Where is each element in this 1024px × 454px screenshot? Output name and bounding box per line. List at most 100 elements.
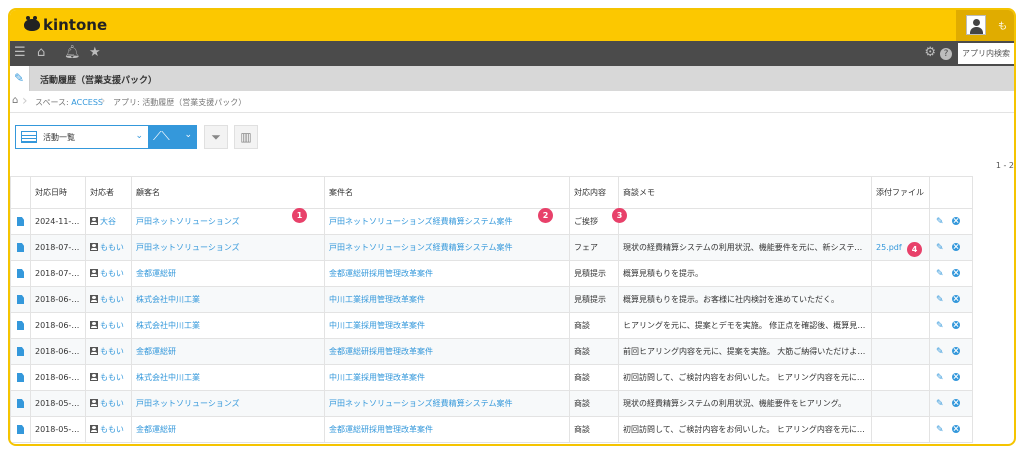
delete-icon[interactable] bbox=[951, 268, 960, 277]
row-user-link[interactable]: ももい bbox=[100, 295, 124, 304]
row-detail-cell[interactable] bbox=[10, 312, 31, 339]
row-user-link[interactable]: ももい bbox=[100, 321, 124, 330]
edit-pencil-icon[interactable]: ✎ bbox=[936, 295, 944, 305]
star-icon[interactable]: ★ bbox=[89, 46, 101, 60]
row-detail-cell[interactable] bbox=[10, 234, 31, 261]
breadcrumb-home-icon[interactable]: ⌂ bbox=[12, 95, 18, 106]
document-icon[interactable] bbox=[17, 425, 24, 434]
app-search-input[interactable]: アプリ内検索 bbox=[958, 43, 1014, 64]
annotation-badge-1: 1 bbox=[292, 208, 307, 223]
filter-button[interactable]: ⏷ bbox=[204, 125, 228, 149]
header-type[interactable]: 対応内容 bbox=[569, 176, 619, 209]
row-customer-link[interactable]: 戸田ネットソリューションズ bbox=[136, 399, 240, 408]
document-icon[interactable] bbox=[17, 321, 24, 330]
row-project-link[interactable]: 金都運総研採用管理改革案件 bbox=[329, 425, 433, 434]
header-user[interactable]: 対応者 bbox=[85, 176, 132, 209]
row-detail-cell[interactable] bbox=[10, 260, 31, 287]
header-project[interactable]: 案件名 bbox=[324, 176, 570, 209]
row-project-link[interactable]: 中川工業採用管理改革案件 bbox=[329, 373, 425, 382]
edit-pencil-icon[interactable]: ✎ bbox=[936, 321, 944, 331]
row-user-link[interactable]: ももい bbox=[100, 373, 124, 382]
bell-icon[interactable]: 🔔︎ bbox=[64, 46, 81, 60]
graph-select-button[interactable]: ⟋⟍ ⌄ bbox=[149, 125, 197, 149]
edit-pencil-icon[interactable]: ✎ bbox=[936, 243, 944, 253]
row-project-link[interactable]: 戸田ネットソリューションズ経費精算システム案件 bbox=[329, 399, 512, 408]
header-customer[interactable]: 顧客名 bbox=[131, 176, 325, 209]
row-detail-cell[interactable] bbox=[10, 416, 31, 443]
breadcrumb-space[interactable]: スペース: ACCESS bbox=[35, 97, 103, 108]
table-row[interactable]: 2018-06-15 ももい 株式会社中川工業 中川工業採用管理改革案件 商談 ヒアリング… bbox=[10, 312, 973, 339]
breadcrumb-space-link[interactable]: ACCESS bbox=[71, 98, 103, 107]
delete-icon[interactable] bbox=[951, 294, 960, 303]
row-detail-cell[interactable] bbox=[10, 390, 31, 417]
header-file[interactable]: 添付ファイル bbox=[871, 176, 930, 209]
chart-button[interactable]: ▥ bbox=[234, 125, 258, 149]
table-row[interactable]: 2024-11-07 大谷 戸田ネットソリューションズ 戸田ネットソリューションズ経費… bbox=[10, 208, 973, 235]
row-user-link[interactable]: 大谷 bbox=[100, 217, 116, 226]
row-user: ももい bbox=[85, 234, 132, 261]
row-file-link[interactable]: 25.pdf bbox=[876, 243, 902, 252]
delete-icon[interactable] bbox=[951, 424, 960, 433]
delete-icon[interactable] bbox=[951, 216, 960, 225]
header-memo[interactable]: 商談メモ bbox=[618, 176, 872, 209]
table-row[interactable]: 2018-05-30 ももい 金都運総研 金都運総研採用管理改革案件 商談 初回訪問して、… bbox=[10, 416, 973, 443]
delete-icon[interactable] bbox=[951, 320, 960, 329]
edit-pencil-icon[interactable]: ✎ bbox=[936, 425, 944, 435]
row-customer-link[interactable]: 金都運総研 bbox=[136, 347, 176, 356]
row-project-link[interactable]: 戸田ネットソリューションズ経費精算システム案件 bbox=[329, 243, 512, 252]
row-detail-cell[interactable] bbox=[10, 286, 31, 313]
row-detail-cell[interactable] bbox=[10, 338, 31, 365]
row-detail-cell[interactable] bbox=[10, 208, 31, 235]
header-date[interactable]: 対応日時 bbox=[30, 176, 86, 209]
home-icon[interactable]: ⌂ bbox=[37, 46, 45, 60]
edit-pencil-icon[interactable]: ✎ bbox=[936, 347, 944, 357]
table-row[interactable]: 2018-07-31 ももい 戸田ネットソリューションズ 戸田ネットソリューションズ経… bbox=[10, 234, 973, 261]
document-icon[interactable] bbox=[17, 295, 24, 304]
row-project-link[interactable]: 金都運総研採用管理改革案件 bbox=[329, 269, 433, 278]
row-project-link[interactable]: 金都運総研採用管理改革案件 bbox=[329, 347, 433, 356]
edit-pencil-icon[interactable]: ✎ bbox=[936, 269, 944, 279]
row-customer-link[interactable]: 金都運総研 bbox=[136, 425, 176, 434]
row-memo: 概算見積もりを提示。お客様に社内検討を進めていただく。 bbox=[618, 286, 872, 313]
delete-icon[interactable] bbox=[951, 372, 960, 381]
document-icon[interactable] bbox=[17, 399, 24, 408]
view-select[interactable]: 活動一覧 ⌄ bbox=[15, 125, 149, 149]
row-user-link[interactable]: ももい bbox=[100, 399, 124, 408]
row-detail-cell[interactable] bbox=[10, 364, 31, 391]
kintone-logo[interactable]: kintone bbox=[24, 16, 107, 34]
document-icon[interactable] bbox=[17, 243, 24, 252]
row-customer-link[interactable]: 株式会社中川工業 bbox=[136, 321, 200, 330]
table-row[interactable]: 2018-06-01 ももい 株式会社中川工業 中川工業採用管理改革案件 商談 初回訪問し… bbox=[10, 364, 973, 391]
row-customer-link[interactable]: 株式会社中川工業 bbox=[136, 295, 200, 304]
edit-pencil-icon[interactable]: ✎ bbox=[936, 217, 944, 227]
help-icon[interactable]: ? bbox=[940, 48, 952, 60]
document-icon[interactable] bbox=[17, 373, 24, 382]
table-row[interactable]: 2018-06-08 ももい 金都運総研 金都運総研採用管理改革案件 商談 前回ヒアリング… bbox=[10, 338, 973, 365]
row-user-link[interactable]: ももい bbox=[100, 425, 124, 434]
delete-icon[interactable] bbox=[951, 346, 960, 355]
row-project-link[interactable]: 中川工業採用管理改革案件 bbox=[329, 295, 425, 304]
row-customer-link[interactable]: 戸田ネットソリューションズ bbox=[136, 243, 240, 252]
edit-pencil-icon[interactable]: ✎ bbox=[936, 373, 944, 383]
row-customer-link[interactable]: 金都運総研 bbox=[136, 269, 176, 278]
table-row[interactable]: 2018-07-04 ももい 金都運総研 金都運総研採用管理改革案件 見積提示 概算見積も… bbox=[10, 260, 973, 287]
user-menu[interactable]: も bbox=[956, 10, 1014, 41]
delete-icon[interactable] bbox=[951, 242, 960, 251]
row-memo: 初回訪問して、ご検討内容をお伺いした。 ヒアリング内容を元に次回… bbox=[618, 364, 872, 391]
row-user-link[interactable]: ももい bbox=[100, 269, 124, 278]
row-user-link[interactable]: ももい bbox=[100, 347, 124, 356]
gear-icon[interactable]: ⚙ bbox=[924, 46, 936, 60]
table-row[interactable]: 2018-05-31 ももい 戸田ネットソリューションズ 戸田ネットソリューションズ経… bbox=[10, 390, 973, 417]
hamburger-menu-icon[interactable]: ☰ bbox=[14, 46, 26, 60]
row-project-link[interactable]: 戸田ネットソリューションズ経費精算システム案件 bbox=[329, 217, 512, 226]
document-icon[interactable] bbox=[17, 269, 24, 278]
row-project-link[interactable]: 中川工業採用管理改革案件 bbox=[329, 321, 425, 330]
document-icon[interactable] bbox=[17, 347, 24, 356]
row-user-link[interactable]: ももい bbox=[100, 243, 124, 252]
row-customer-link[interactable]: 株式会社中川工業 bbox=[136, 373, 200, 382]
row-customer-link[interactable]: 戸田ネットソリューションズ bbox=[136, 217, 240, 226]
edit-pencil-icon[interactable]: ✎ bbox=[936, 399, 944, 409]
document-icon[interactable] bbox=[17, 217, 24, 226]
delete-icon[interactable] bbox=[951, 398, 960, 407]
table-row[interactable]: 2018-06-29 ももい 株式会社中川工業 中川工業採用管理改革案件 見積提示 概算見… bbox=[10, 286, 973, 313]
